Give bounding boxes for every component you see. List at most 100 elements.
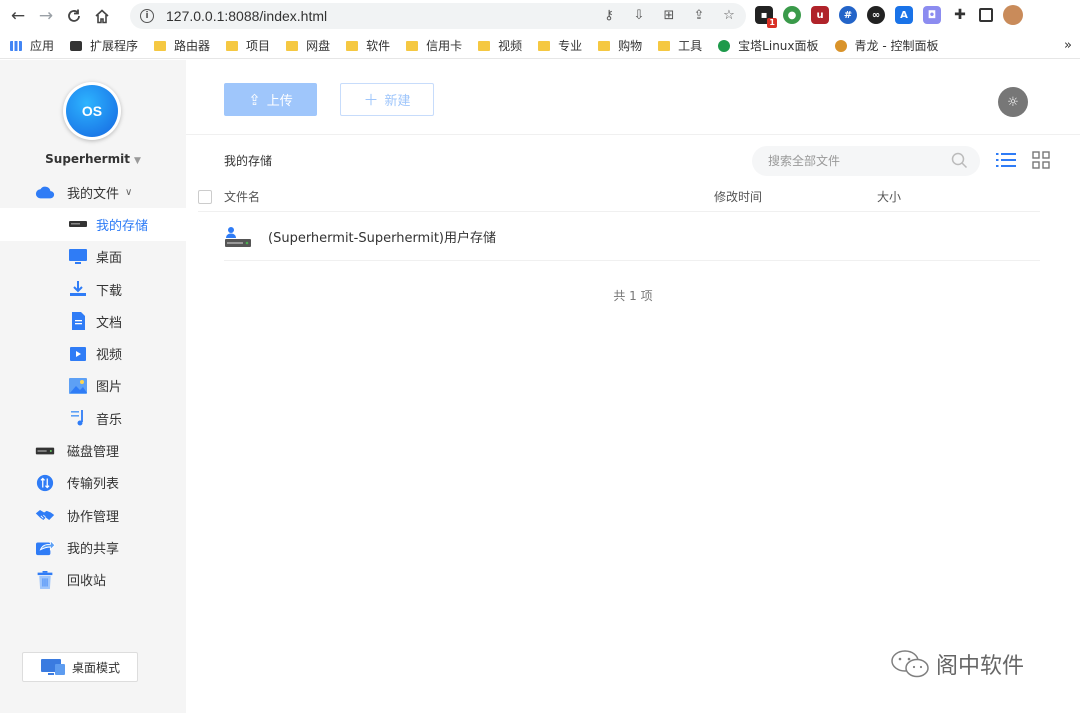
- wechat-icon: [891, 650, 929, 678]
- bookmark-label: 软件: [366, 39, 391, 53]
- bookmark-item[interactable]: 信用卡: [406, 37, 462, 54]
- sidebar-item[interactable]: 音乐: [0, 402, 186, 434]
- watermark-text: 阁中软件: [936, 654, 1025, 679]
- sidebar-item-label: 我的文件: [67, 186, 120, 202]
- sidepanel-icon[interactable]: [979, 8, 993, 22]
- upload-button[interactable]: ⇪ 上传: [224, 83, 317, 116]
- image-icon: [68, 377, 88, 395]
- search-input[interactable]: [768, 154, 938, 168]
- bookmark-label: 视频: [498, 39, 523, 53]
- translate-extension-icon[interactable]: A: [895, 6, 913, 24]
- sidebar-item-label: 图片: [96, 380, 123, 396]
- folder-icon: [406, 40, 419, 51]
- table-row[interactable]: (Superhermit-Superhermit)用户存储: [224, 213, 1040, 261]
- home-icon[interactable]: [88, 2, 116, 30]
- translate-icon[interactable]: ⊞: [660, 6, 678, 24]
- extension-badge-icon[interactable]: ▪ 1: [755, 6, 777, 28]
- column-name[interactable]: 文件名: [224, 188, 260, 205]
- sidebar-item-label: 回收站: [67, 574, 107, 590]
- list-view-icon[interactable]: [996, 151, 1016, 169]
- sidebar-item[interactable]: 图片: [0, 370, 186, 402]
- extensions-bar: ▪ 1 ● u # ∞ A ◘ ✚: [755, 5, 1023, 28]
- search-icon[interactable]: [951, 152, 968, 169]
- document-icon: [68, 312, 88, 331]
- sidebar-item[interactable]: 回收站: [0, 564, 186, 596]
- bookmark-item[interactable]: 工具: [658, 37, 702, 54]
- user-menu[interactable]: Superhermit ▼: [0, 152, 186, 166]
- address-bar[interactable]: i 127.0.0.1:8088/index.html ⚷ ⇩ ⊞ ⇪ ☆: [130, 3, 746, 29]
- sidebar-item-label: 我的存储: [96, 218, 149, 234]
- bookmark-label: 购物: [618, 39, 643, 53]
- bookmark-item[interactable]: 应用: [10, 37, 54, 54]
- grid-view-icon[interactable]: [1032, 151, 1050, 169]
- infinity-extension-icon[interactable]: ∞: [867, 6, 885, 24]
- header-divider: [186, 134, 1080, 135]
- download-icon: [68, 280, 88, 298]
- select-all-checkbox[interactable]: [198, 189, 212, 204]
- sidebar-item-label: 传输列表: [67, 477, 120, 493]
- share-page-icon[interactable]: ⇪: [690, 6, 708, 24]
- bookmark-label: 宝塔Linux面板: [738, 39, 819, 53]
- sidebar-item[interactable]: 我的存储: [0, 208, 186, 241]
- upload-label: 上传: [266, 94, 293, 109]
- chevron-down-icon[interactable]: ∨: [125, 187, 132, 198]
- bookmarks-more-icon[interactable]: »: [1064, 38, 1072, 53]
- site-favicon-icon: [834, 39, 847, 52]
- transfer-icon: [35, 474, 55, 492]
- sidebar-item[interactable]: 我的共享: [0, 531, 186, 563]
- file-name[interactable]: (Superhermit-Superhermit)用户存储: [268, 227, 496, 246]
- sidebar-item[interactable]: 桌面: [0, 241, 186, 273]
- settings-button[interactable]: ☼: [998, 87, 1028, 117]
- logo-text: OS: [66, 85, 118, 137]
- sidebar-item[interactable]: 文档: [0, 305, 186, 337]
- sidebar-item-label: 桌面: [96, 251, 123, 267]
- sidebar-item[interactable]: 下载: [0, 273, 186, 305]
- bookmark-item[interactable]: 扩展程序: [70, 37, 138, 54]
- column-size[interactable]: 大小: [877, 188, 901, 205]
- desktop-mode-button[interactable]: 桌面模式: [22, 652, 138, 682]
- bookmark-item[interactable]: 视频: [478, 37, 522, 54]
- gear-icon: ☼: [1007, 94, 1019, 110]
- sidebar-item-label: 协作管理: [67, 509, 120, 525]
- globe-extension-icon[interactable]: ●: [783, 6, 801, 24]
- hash-extension-icon[interactable]: #: [839, 6, 857, 24]
- username: Superhermit: [45, 152, 130, 166]
- sidebar-item[interactable]: 传输列表: [0, 467, 186, 499]
- column-modified[interactable]: 修改时间: [714, 188, 762, 205]
- folder-icon: [286, 40, 299, 51]
- bookmark-item[interactable]: 网盘: [286, 37, 330, 54]
- main-content: ⇪ 上传 ＋ 新建 ☼ 我的存储 文件名 修改时间 大小 (Superhermi…: [186, 60, 1080, 713]
- apps-grid-icon: [10, 40, 22, 51]
- new-label: 新建: [384, 94, 411, 109]
- star-icon[interactable]: ☆: [720, 6, 738, 24]
- bookmark-item[interactable]: 专业: [538, 37, 582, 54]
- sidebar: OS Superhermit ▼ 我的文件 ∨ 我的存储桌面下载 文档 视频图片音乐 磁盘管…: [0, 60, 186, 713]
- puzzle-icon[interactable]: ✚: [951, 6, 969, 24]
- bookmark-item[interactable]: 购物: [598, 37, 642, 54]
- back-icon[interactable]: ←: [4, 2, 32, 30]
- sidebar-item[interactable]: 协作管理: [0, 499, 186, 531]
- sidebar-item[interactable]: 我的文件 ∨: [0, 176, 186, 208]
- bookmark-item[interactable]: 路由器: [154, 37, 210, 54]
- gamepad-extension-icon[interactable]: ◘: [923, 6, 941, 24]
- sidebar-item[interactable]: 视频: [0, 337, 186, 369]
- ublock-icon[interactable]: u: [811, 6, 829, 24]
- breadcrumb: 我的存储: [224, 154, 273, 168]
- sidebar-item[interactable]: 磁盘管理: [0, 434, 186, 466]
- bookmark-item[interactable]: 宝塔Linux面板: [718, 37, 819, 54]
- handshake-icon: [35, 506, 55, 524]
- forward-icon[interactable]: →: [32, 2, 60, 30]
- bookmark-label: 扩展程序: [90, 39, 139, 53]
- bookmark-item[interactable]: 软件: [346, 37, 390, 54]
- install-icon[interactable]: ⇩: [630, 6, 648, 24]
- bookmark-item[interactable]: 项目: [226, 37, 270, 54]
- new-button[interactable]: ＋ 新建: [340, 83, 434, 116]
- key-icon[interactable]: ⚷: [600, 6, 618, 24]
- sidebar-item-label: 我的共享: [67, 541, 120, 557]
- reload-icon[interactable]: [60, 2, 88, 30]
- avatar[interactable]: [1003, 5, 1023, 25]
- music-icon: [68, 409, 88, 427]
- url-text[interactable]: 127.0.0.1:8088/index.html: [166, 8, 327, 24]
- bookmark-item[interactable]: 青龙 - 控制面板: [834, 37, 938, 54]
- site-info-icon[interactable]: i: [140, 9, 154, 23]
